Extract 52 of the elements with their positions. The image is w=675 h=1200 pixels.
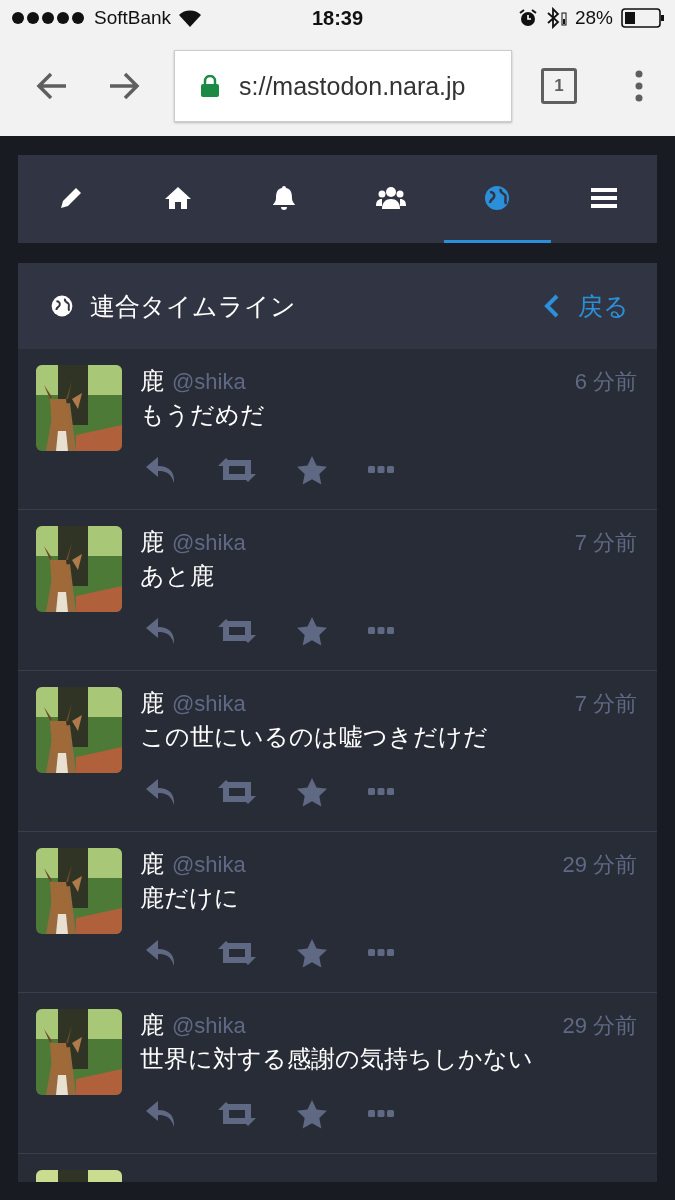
signal-icon bbox=[12, 12, 86, 24]
alarm-icon bbox=[518, 9, 537, 27]
lock-icon bbox=[201, 75, 219, 97]
clock: 18:39 bbox=[311, 6, 364, 30]
back-link[interactable]: 戻る bbox=[544, 289, 629, 323]
status-text: あと鹿 bbox=[140, 561, 215, 592]
username[interactable]: @shika bbox=[172, 1013, 555, 1039]
address-bar[interactable]: s://mastodon.nara.jp bbox=[174, 50, 512, 122]
star-icon[interactable] bbox=[296, 455, 328, 485]
tab-count-button[interactable]: 1 bbox=[541, 68, 577, 104]
username[interactable]: @shika bbox=[172, 530, 567, 556]
timestamp[interactable]: 7 分前 bbox=[574, 689, 637, 719]
more-icon[interactable] bbox=[368, 465, 394, 475]
more-icon[interactable] bbox=[368, 787, 394, 797]
wifi-icon bbox=[179, 9, 202, 27]
status-text: 鹿だけに bbox=[140, 883, 240, 914]
more-options-icon[interactable] bbox=[635, 70, 643, 102]
boost-icon[interactable] bbox=[218, 1100, 256, 1128]
boost-icon[interactable] bbox=[218, 617, 256, 645]
username[interactable]: @shika bbox=[172, 691, 567, 717]
boost-icon[interactable] bbox=[218, 939, 256, 967]
boost-icon[interactable] bbox=[218, 778, 256, 806]
display-name[interactable]: 鹿 bbox=[140, 526, 164, 558]
more-icon[interactable] bbox=[368, 1109, 394, 1119]
timestamp[interactable]: 6 分前 bbox=[574, 367, 637, 397]
status-text: もうだめだ bbox=[140, 400, 266, 431]
carrier-name: SoftBank bbox=[94, 7, 172, 29]
status-text: 世界に対する感謝の気持ちしかない bbox=[140, 1044, 534, 1075]
display-name[interactable]: 鹿 bbox=[140, 1009, 164, 1041]
column-title: 連合タイムライン bbox=[90, 290, 297, 323]
star-icon[interactable] bbox=[296, 616, 328, 646]
display-name[interactable]: 鹿 bbox=[140, 687, 164, 719]
battery-percent: 28% bbox=[574, 7, 613, 29]
username[interactable]: @shika bbox=[172, 369, 567, 395]
status-text: この世にいるのは嘘つきだけだ bbox=[140, 722, 489, 753]
display-name[interactable]: 鹿 bbox=[140, 365, 164, 397]
star-icon[interactable] bbox=[296, 1099, 328, 1129]
boost-icon[interactable] bbox=[218, 456, 256, 484]
more-icon[interactable] bbox=[368, 626, 394, 636]
timestamp[interactable]: 29 分前 bbox=[562, 850, 637, 880]
back-arrow-icon[interactable] bbox=[36, 72, 68, 100]
timestamp[interactable]: 7 分前 bbox=[574, 528, 637, 558]
forward-arrow-icon[interactable] bbox=[108, 72, 140, 100]
timestamp[interactable]: 29 分前 bbox=[562, 1011, 637, 1041]
username[interactable]: @shika bbox=[172, 852, 555, 878]
more-icon[interactable] bbox=[368, 948, 394, 958]
star-icon[interactable] bbox=[296, 938, 328, 968]
globe-icon bbox=[50, 294, 74, 318]
battery-icon bbox=[621, 8, 665, 28]
display-name[interactable]: 鹿 bbox=[140, 848, 164, 880]
chevron-left-icon bbox=[544, 294, 560, 318]
star-icon[interactable] bbox=[296, 777, 328, 807]
